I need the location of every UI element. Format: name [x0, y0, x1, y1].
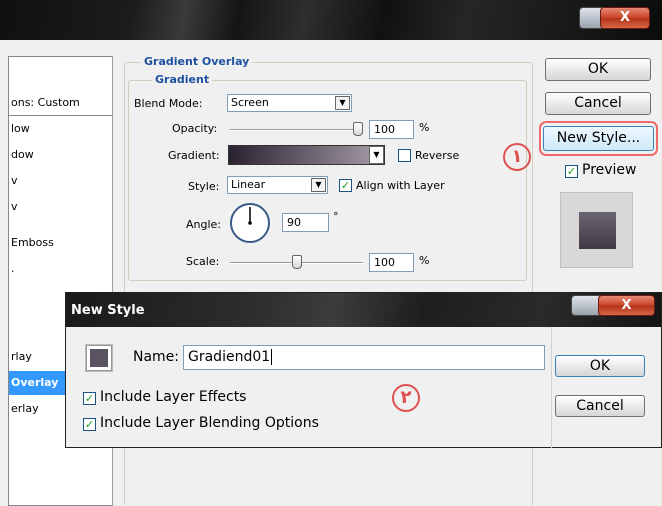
- reverse-checkbox[interactable]: [398, 149, 411, 162]
- include-layer-effects-checkbox[interactable]: ✓: [83, 392, 96, 405]
- name-input[interactable]: Gradiend01: [183, 345, 545, 370]
- style-swatch-icon: [85, 344, 113, 372]
- list-item-drop-shadow[interactable]: low: [9, 117, 112, 141]
- gradient-group-title: Gradient: [152, 73, 213, 86]
- window-close-button[interactable]: X: [600, 7, 650, 29]
- opacity-input[interactable]: 100: [369, 120, 414, 139]
- opacity-unit: %: [419, 121, 430, 134]
- gradient-dropdown-icon[interactable]: ▼: [369, 146, 384, 164]
- scale-label: Scale:: [186, 255, 220, 268]
- preview-checkbox[interactable]: ✓: [565, 165, 578, 178]
- gradient-overlay-title: Gradient Overlay: [141, 55, 253, 68]
- list-item-inner-shadow[interactable]: dow: [9, 143, 112, 167]
- cancel-button[interactable]: Cancel: [545, 92, 651, 115]
- scale-unit: %: [419, 254, 430, 267]
- dialog-title: New Style: [71, 303, 145, 318]
- angle-dial[interactable]: [228, 201, 272, 245]
- dialog-cancel-button[interactable]: Cancel: [555, 395, 645, 417]
- chevron-down-icon: ▼: [335, 96, 350, 110]
- opacity-slider-track[interactable]: [230, 129, 363, 131]
- annotation-marker-2: ٢: [392, 384, 420, 412]
- ok-button[interactable]: OK: [545, 58, 651, 81]
- scale-input[interactable]: 100: [369, 253, 414, 272]
- reverse-label: Reverse: [415, 149, 460, 162]
- dialog-title-bar: New Style X: [66, 293, 661, 327]
- chevron-down-icon: ▼: [311, 178, 326, 192]
- list-item-inner-glow[interactable]: v: [9, 195, 112, 219]
- preview-label: Preview: [582, 162, 637, 178]
- list-item-blending-options[interactable]: ons: Custom: [9, 91, 112, 115]
- text-caret: [271, 349, 273, 365]
- list-item-outer-glow[interactable]: v: [9, 169, 112, 193]
- include-blending-options-label: Include Layer Blending Options: [100, 415, 319, 431]
- dialog-close-button[interactable]: X: [598, 295, 655, 316]
- gradient-label: Gradient:: [168, 149, 220, 162]
- preview-swatch: [579, 212, 616, 249]
- new-style-dialog: New Style X Name: Gradiend01 ✓ Include L…: [65, 292, 662, 448]
- dialog-ok-button[interactable]: OK: [555, 355, 645, 377]
- blend-mode-select[interactable]: Screen ▼: [227, 94, 352, 112]
- dialog-divider: [551, 327, 552, 448]
- include-layer-effects-label: Include Layer Effects: [100, 389, 247, 405]
- angle-label: Angle:: [186, 218, 222, 231]
- dialog-minimize-button[interactable]: [571, 295, 601, 316]
- window-title-bar: X: [0, 0, 662, 40]
- style-value: Linear: [231, 178, 266, 191]
- gradient-picker[interactable]: [228, 145, 385, 165]
- list-item-contour[interactable]: .: [9, 257, 112, 281]
- angle-input[interactable]: 90: [282, 213, 329, 232]
- annotation-marker-1: ١: [503, 143, 531, 171]
- style-label: Style:: [188, 180, 220, 193]
- include-blending-options-checkbox[interactable]: ✓: [83, 418, 96, 431]
- style-select[interactable]: Linear ▼: [227, 176, 328, 194]
- list-divider: [9, 115, 112, 116]
- align-with-layer-label: Align with Layer: [356, 179, 445, 192]
- blend-mode-value: Screen: [231, 96, 269, 109]
- name-input-value: Gradiend01: [188, 349, 271, 365]
- style-preview: [560, 192, 633, 268]
- align-with-layer-checkbox[interactable]: ✓: [339, 179, 352, 192]
- opacity-label: Opacity:: [172, 122, 218, 135]
- angle-unit: °: [333, 210, 339, 223]
- new-style-button[interactable]: New Style...: [543, 126, 654, 151]
- blend-mode-label: Blend Mode:: [134, 97, 203, 110]
- scale-slider-thumb[interactable]: [291, 255, 302, 269]
- opacity-slider-thumb[interactable]: [353, 122, 363, 136]
- list-item-bevel-emboss[interactable]: Emboss: [9, 231, 112, 255]
- name-label: Name:: [133, 349, 180, 365]
